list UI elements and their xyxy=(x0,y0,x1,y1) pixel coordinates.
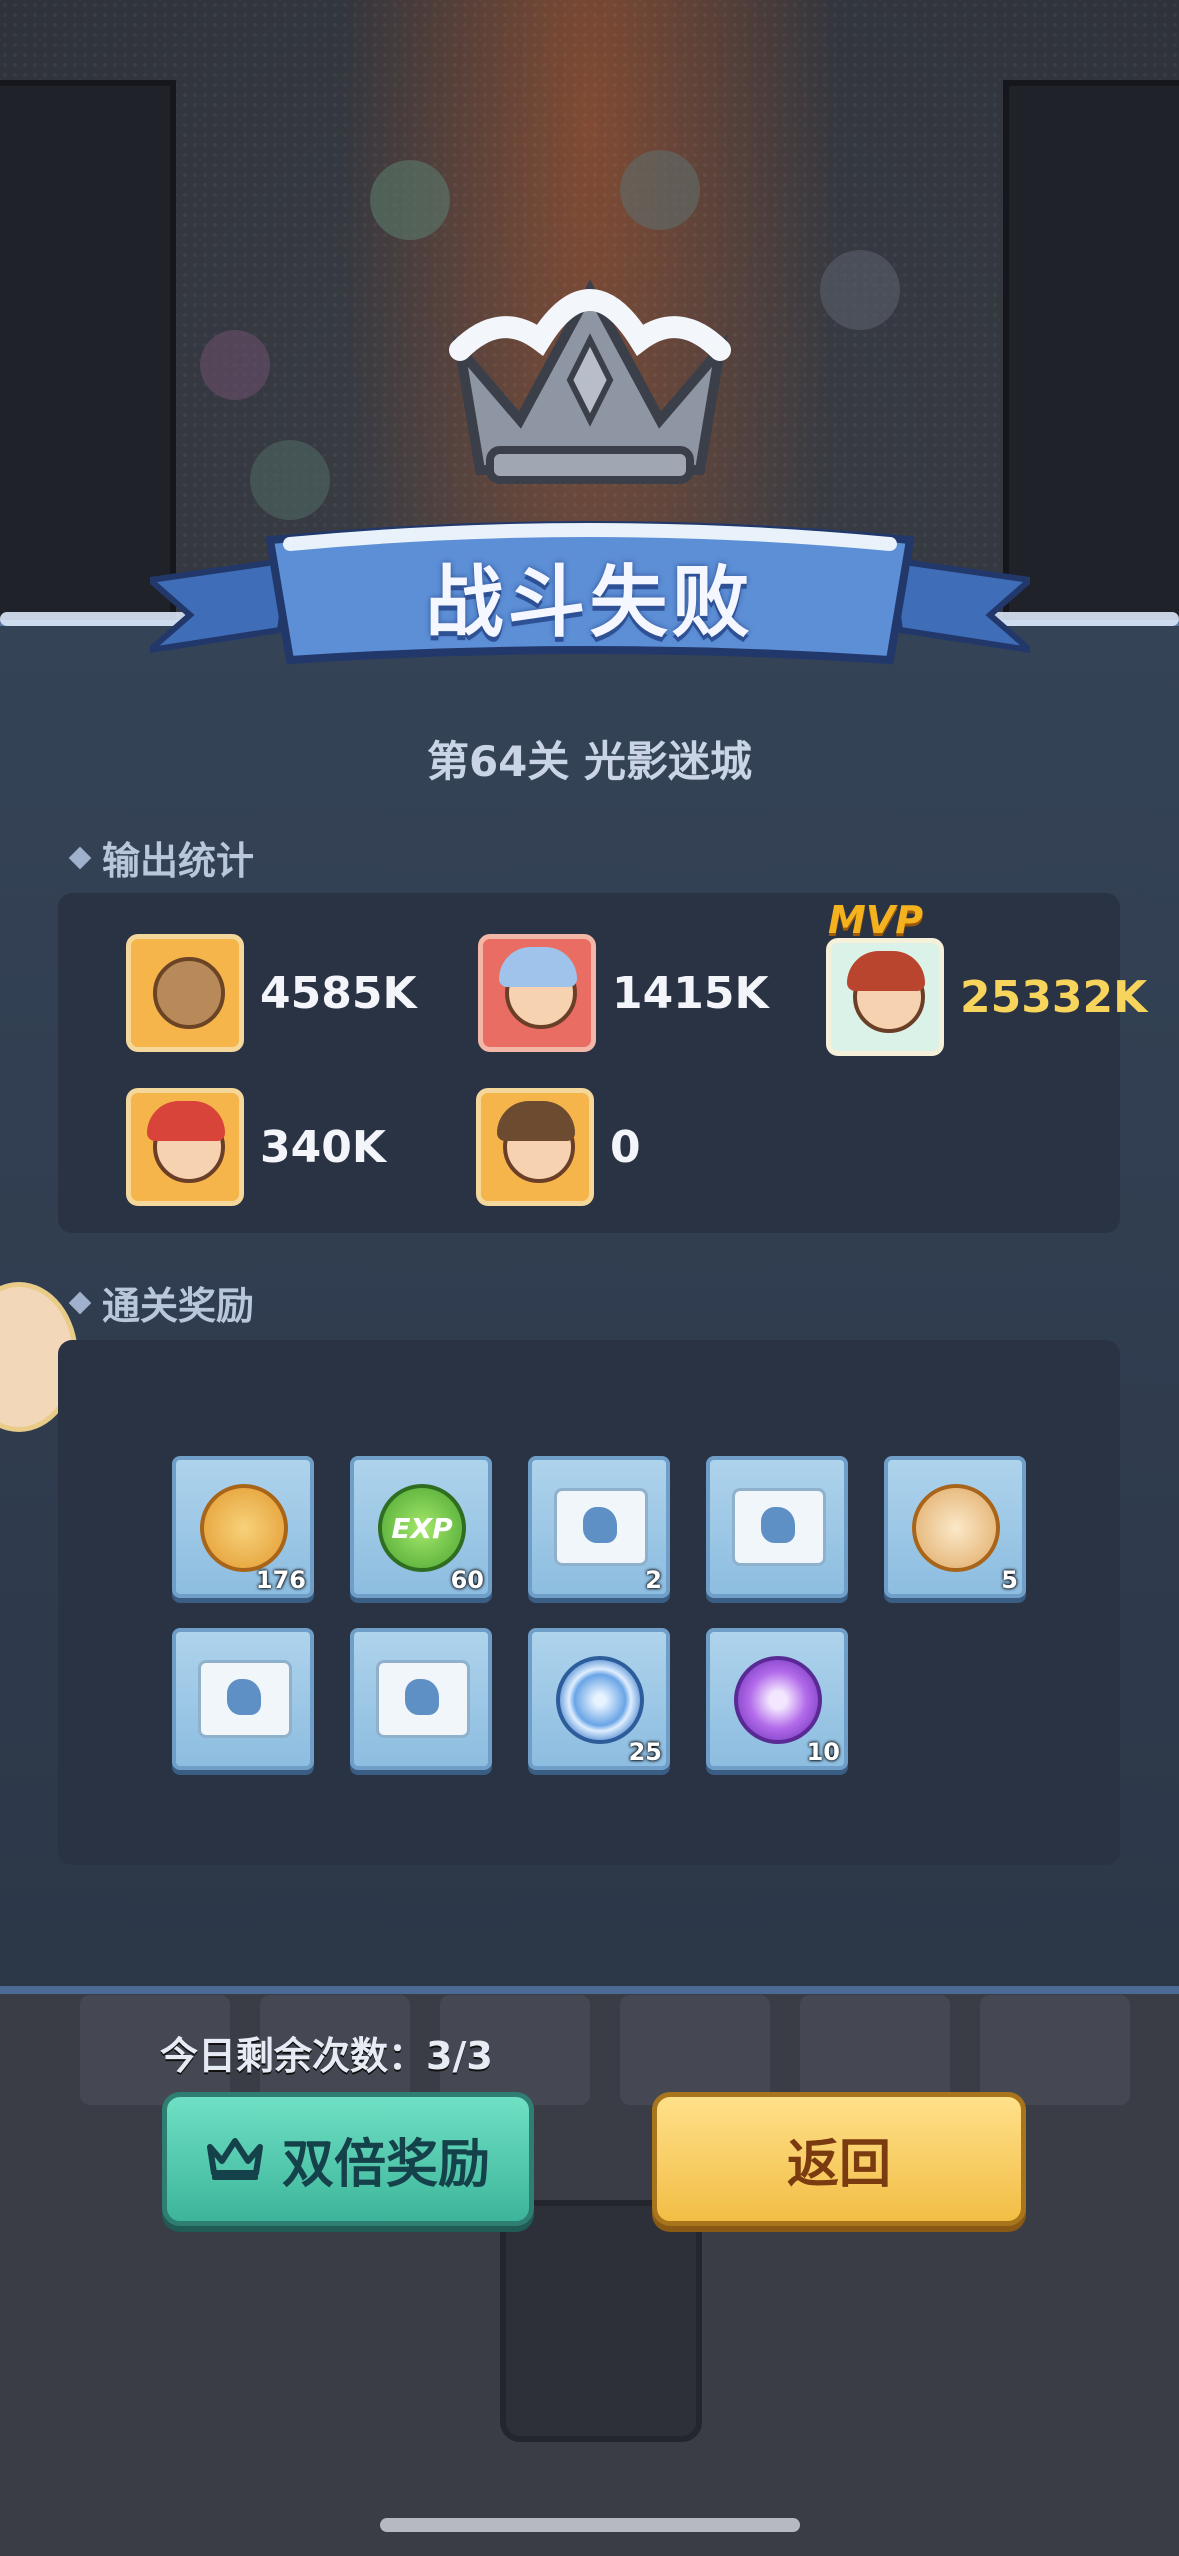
enemy-sprite xyxy=(620,150,700,230)
scroll-wing-icon xyxy=(198,1660,292,1738)
result-title: 战斗失败 xyxy=(425,558,754,648)
enemy-sprite xyxy=(250,440,330,520)
rewards-box xyxy=(58,1340,1120,1865)
reward-item[interactable]: 10 xyxy=(706,1628,848,1770)
hero-stat[interactable]: 4585K xyxy=(126,934,417,1052)
wing-medal-icon xyxy=(912,1484,1000,1572)
back-button[interactable]: 返回 xyxy=(652,2092,1026,2226)
blue-hair-hero-portrait xyxy=(478,934,596,1052)
mermaid-hero-portrait xyxy=(126,1088,244,1206)
hero-damage-value: 1415K xyxy=(612,967,769,1019)
hero-stat[interactable]: 0 xyxy=(476,1088,641,1206)
reward-item[interactable]: EXP 60 xyxy=(350,1456,492,1598)
crown-icon xyxy=(449,279,731,484)
double-reward-label: 双倍奖励 xyxy=(281,2134,490,2195)
reward-item[interactable] xyxy=(706,1456,848,1598)
rewards-heading: 通关奖励 xyxy=(68,1275,255,1330)
hero-stat[interactable]: 340K xyxy=(126,1088,386,1206)
enemy-sprite xyxy=(820,250,900,330)
diamond-icon xyxy=(68,1291,92,1314)
enemy-sprite xyxy=(200,330,270,400)
mvp-badge: MVP xyxy=(828,898,924,942)
scroll-crown-icon xyxy=(376,1660,470,1738)
crowned-warrior-portrait xyxy=(826,938,944,1056)
reward-item[interactable] xyxy=(172,1628,314,1770)
diamond-icon xyxy=(68,846,92,869)
back-label: 返回 xyxy=(786,2134,891,2195)
exp-orb-icon: EXP xyxy=(378,1484,466,1572)
enemy-sprite xyxy=(370,160,450,240)
reward-item[interactable]: 5 xyxy=(884,1456,1026,1598)
hero-damage-value: 25332K xyxy=(960,971,1148,1023)
scroll-boot-icon xyxy=(732,1488,826,1566)
hero-stat[interactable]: 1415K xyxy=(478,934,769,1052)
double-reward-button[interactable]: 双倍奖励 xyxy=(162,2092,534,2226)
stage-name: 第64关 光影迷城 xyxy=(426,737,753,786)
hero-stat-mvp[interactable]: 25332K xyxy=(826,938,1147,1056)
reward-item[interactable]: 176 xyxy=(172,1456,314,1598)
output-stats-heading: 输出统计 xyxy=(68,830,255,885)
swirl-orb-icon xyxy=(556,1656,644,1744)
purple-emblem-icon xyxy=(734,1656,822,1744)
home-indicator[interactable] xyxy=(380,2518,800,2532)
reward-item[interactable] xyxy=(350,1628,492,1770)
hero-damage-value: 0 xyxy=(610,1121,641,1173)
hero-throne xyxy=(500,2200,702,2442)
crown-icon xyxy=(206,2138,263,2180)
output-stats-label: 输出统计 xyxy=(102,839,255,883)
remaining-attempts: 今日剩余次数：3/3 xyxy=(160,2034,493,2078)
reward-item[interactable]: 25 xyxy=(528,1628,670,1770)
bear-hero-portrait xyxy=(126,934,244,1052)
scroll-armor-icon xyxy=(554,1488,648,1566)
gold-coin-icon xyxy=(200,1484,288,1572)
hero-damage-value: 4585K xyxy=(260,967,417,1019)
hero-damage-value: 340K xyxy=(260,1121,386,1173)
rewards-label: 通关奖励 xyxy=(102,1284,255,1328)
reward-item[interactable]: 2 xyxy=(528,1456,670,1598)
brown-hair-hero-portrait xyxy=(476,1088,594,1206)
